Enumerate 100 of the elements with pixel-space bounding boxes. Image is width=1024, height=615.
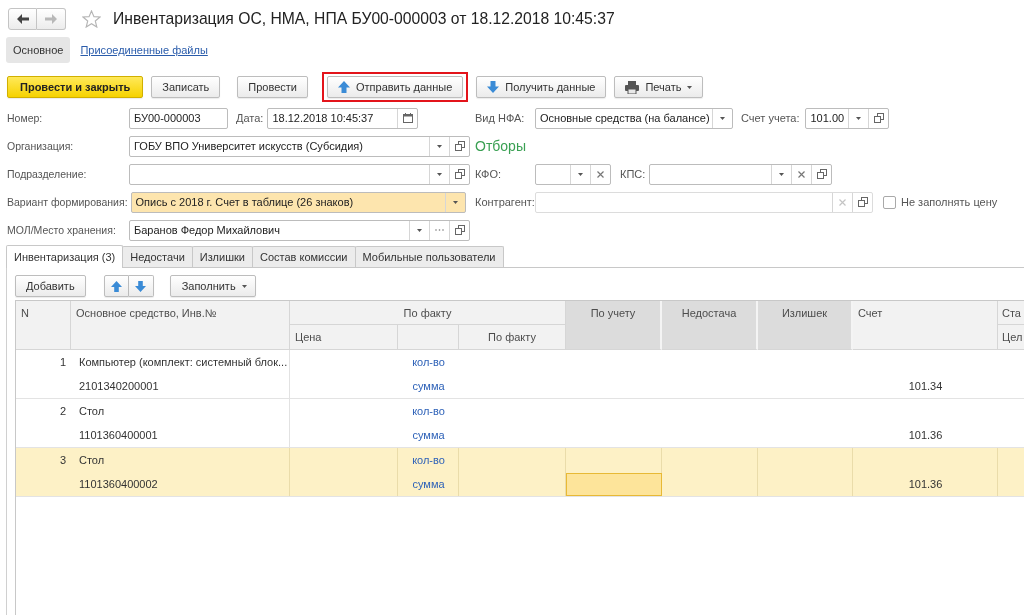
arrow-up-icon — [338, 81, 350, 93]
column-header: Цена — [290, 325, 398, 350]
caret-icon — [687, 85, 693, 89]
caret-icon — [452, 200, 458, 204]
arrow-up-icon — [110, 280, 122, 292]
table-cell: сумма — [412, 380, 445, 392]
table-row[interactable]: 3 Стол 1101360400002 кол-во сумма 101.36 — [16, 448, 1024, 497]
account-field[interactable]: 101.00 — [805, 107, 890, 129]
field-label: КФО: — [475, 168, 502, 180]
table-cell: 1101360400002 — [79, 478, 158, 490]
star-icon[interactable] — [82, 10, 101, 28]
toolbar-button[interactable]: Провести — [237, 76, 308, 98]
field-label: МОЛ/Место хранения: — [7, 224, 117, 236]
table-cell: Компьютер (комплект: системный блок... — [79, 356, 288, 368]
open-window-icon — [874, 113, 884, 123]
nfa-type-field[interactable]: Основные средства (на балансе) — [535, 107, 733, 129]
field-label: Номер: — [7, 112, 44, 124]
menu-button[interactable]: Заполнить — [169, 275, 256, 297]
table-cell: Стол — [79, 405, 105, 417]
caret-icon — [578, 172, 583, 176]
date-field[interactable]: 18.12.2018 10:45:37 — [267, 107, 419, 129]
caret-icon — [417, 228, 422, 232]
arrow-down-icon — [487, 81, 500, 93]
calendar-icon — [402, 113, 413, 123]
column-header: Основное средство, Инв.№ — [71, 301, 290, 350]
arrow-left-icon — [16, 14, 29, 24]
field-label: Контрагент: — [475, 196, 535, 208]
table-cell: 101.36 — [908, 429, 943, 441]
column-header: Счет — [853, 301, 998, 350]
arrow-down-icon — [135, 280, 147, 292]
caret-icon — [779, 172, 785, 176]
variant-field[interactable]: Опись с 2018 г. Счет в таблице (26 знаков) — [130, 191, 466, 213]
table-cell: 101.36 — [908, 478, 943, 490]
field-label: КПС: — [620, 168, 646, 180]
table-cell: Стол — [79, 454, 105, 466]
subdivision-field[interactable] — [129, 163, 470, 185]
field-label: Счет учета: — [741, 112, 800, 124]
move-up-button[interactable] — [103, 275, 129, 297]
caret-icon — [241, 284, 247, 288]
window-title: Инвентаризация ОС, НМА, НПА БУ00-000003 от 18.12.2018 10:45:37 — [113, 9, 615, 29]
column-header: Излишек — [758, 301, 853, 350]
column-header — [398, 325, 459, 350]
row-number: 3 — [59, 454, 66, 466]
table-cell: 1101360400001 — [79, 429, 158, 441]
open-window-icon — [454, 141, 465, 151]
kfo-field[interactable] — [535, 163, 611, 185]
column-header: По факту — [459, 325, 566, 350]
arrow-right-icon — [45, 14, 57, 24]
open-window-icon — [857, 197, 868, 207]
section-tab[interactable]: Основное — [6, 37, 71, 63]
caret-icon — [437, 144, 442, 148]
row-number: 1 — [59, 356, 66, 368]
toolbar-button[interactable]: Получить данные — [476, 76, 607, 98]
open-window-icon — [816, 169, 827, 179]
section-link[interactable]: Присоединенные файлы — [80, 37, 208, 63]
column-header: Недостача — [662, 301, 758, 350]
focused-cell[interactable] — [566, 473, 662, 496]
column-header: Цел — [998, 325, 1024, 350]
organization-field[interactable]: ГОБУ ВПО Университет искусств (Субсидия) — [129, 135, 470, 157]
tab[interactable]: Инвентаризация (3) — [6, 245, 124, 268]
column-header: По учету — [566, 301, 662, 350]
column-header: N — [16, 301, 71, 350]
toolbar-button[interactable]: Отправить данные — [327, 76, 464, 98]
tab[interactable]: Излишки — [191, 246, 253, 267]
close-icon — [597, 170, 604, 178]
storage-field[interactable]: Баранов Федор Михайлович — [129, 219, 470, 241]
table-row[interactable]: 1 Компьютер (комплект: системный блок... 2101340200001 кол-во сумма 101.34 — [16, 350, 1024, 399]
field-label: Вид НФА: — [475, 112, 526, 124]
caret-icon — [437, 172, 442, 176]
close-icon — [798, 170, 806, 178]
add-button[interactable]: Добавить — [15, 275, 86, 297]
field-label: Организация: — [7, 140, 75, 152]
checkbox-label[interactable]: Не заполнять цену — [901, 196, 998, 208]
field-label: Подразделение: — [7, 168, 88, 180]
caret-icon — [720, 116, 725, 120]
table-cell: кол-во — [412, 454, 445, 466]
row-number: 2 — [59, 405, 66, 417]
primary-button[interactable]: Провести и закрыть — [7, 76, 144, 98]
menu-button[interactable]: Печать — [614, 76, 704, 98]
column-header: По факту — [290, 301, 566, 325]
back-button[interactable] — [8, 8, 37, 30]
field-label: Вариант формирования: — [7, 196, 129, 208]
printer-icon — [625, 80, 640, 94]
toolbar-button[interactable]: Записать — [151, 76, 221, 98]
checkbox[interactable] — [883, 195, 896, 209]
table-cell: сумма — [412, 429, 445, 441]
table-cell: сумма — [412, 478, 445, 490]
move-down-button[interactable] — [128, 275, 154, 297]
number-field[interactable]: БУ00-000003 — [129, 107, 228, 129]
caret-icon — [856, 116, 862, 120]
open-window-icon — [454, 169, 465, 179]
close-icon — [839, 198, 846, 206]
tab[interactable]: Состав комиссии — [251, 246, 356, 267]
table-cell: кол-во — [412, 356, 445, 368]
tab[interactable]: Мобильные пользователи — [354, 246, 504, 267]
tab[interactable]: Недостачи — [122, 246, 193, 267]
kps-field[interactable] — [649, 163, 833, 185]
section-heading: Отборы — [475, 138, 526, 154]
open-window-icon — [454, 225, 465, 235]
table-cell: 2101340200001 — [79, 380, 159, 392]
